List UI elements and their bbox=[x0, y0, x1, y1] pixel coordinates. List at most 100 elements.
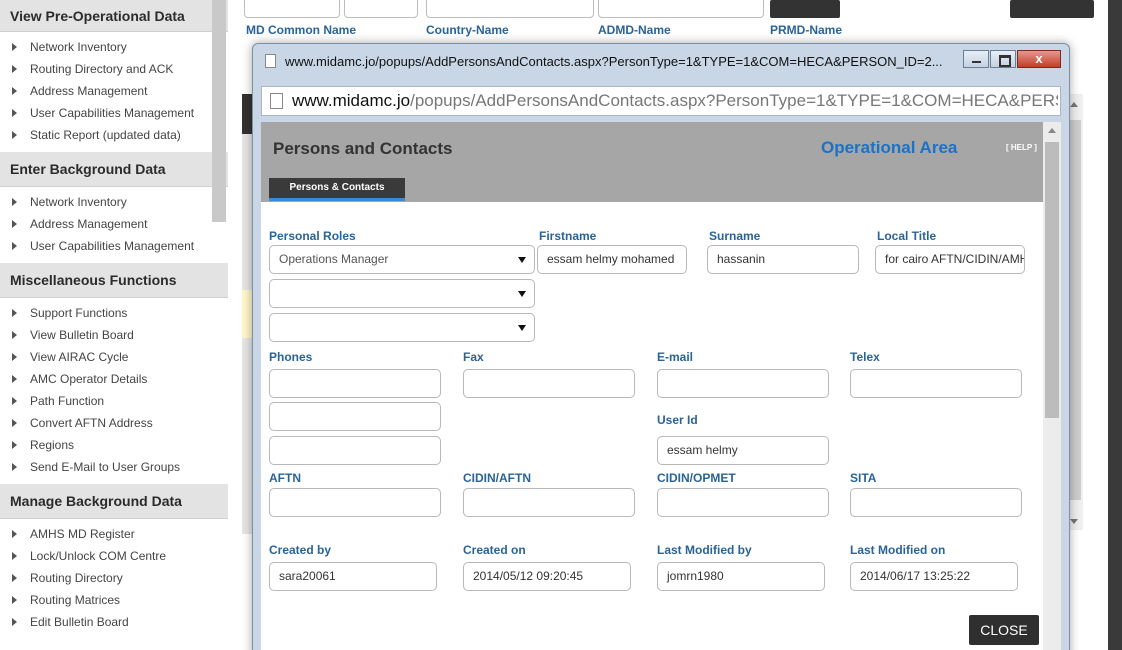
bg-button[interactable] bbox=[770, 0, 840, 18]
sidebar-item-network-inventory-2[interactable]: Network Inventory bbox=[0, 191, 228, 213]
last-modified-by-field[interactable]: jomrn1980 bbox=[657, 562, 825, 591]
scroll-up-icon[interactable] bbox=[1048, 128, 1056, 133]
label-cidin-aftn: CIDIN/AFTN bbox=[463, 471, 531, 485]
bg-button[interactable] bbox=[1010, 0, 1094, 18]
label-email: E-mail bbox=[657, 350, 694, 364]
page-icon bbox=[265, 54, 276, 68]
cidin-opmet-field[interactable] bbox=[657, 488, 829, 517]
bg-input[interactable] bbox=[426, 0, 594, 18]
sidebar-item-label: Routing Directory and ACK bbox=[30, 62, 174, 76]
firstname-field[interactable]: essam helmy mohamed bbox=[537, 245, 687, 274]
sidebar-item-address-management-2[interactable]: Address Management bbox=[0, 213, 228, 235]
label-prmd-name: PRMD-Name bbox=[770, 23, 843, 37]
sidebar-item-regions[interactable]: Regions bbox=[0, 434, 228, 456]
sidebar-item-lock-unlock-com-centre[interactable]: Lock/Unlock COM Centre bbox=[0, 545, 228, 567]
sidebar-item-view-airac-cycle[interactable]: View AIRAC Cycle bbox=[0, 346, 228, 368]
sidebar-item-user-capabilities[interactable]: User Capabilities Management bbox=[0, 102, 228, 124]
sidebar-item-view-bulletin-board[interactable]: View Bulletin Board bbox=[0, 324, 228, 346]
label-created-by: Created by bbox=[269, 543, 332, 557]
surname-field[interactable]: hassanin bbox=[707, 245, 859, 274]
personal-role-select-1[interactable]: Operations Manager bbox=[269, 245, 535, 274]
sidebar-item-routing-directory[interactable]: Routing Directory bbox=[0, 567, 228, 589]
sidebar-item-label: User Capabilities Management bbox=[30, 106, 195, 120]
scroll-thumb[interactable] bbox=[1045, 142, 1059, 418]
window-close-button[interactable]: x bbox=[1017, 50, 1061, 68]
sidebar-item-send-email-user-groups[interactable]: Send E-Mail to User Groups bbox=[0, 456, 228, 478]
sidebar-item-address-management[interactable]: Address Management bbox=[0, 80, 228, 102]
phone-field-1[interactable] bbox=[269, 369, 441, 398]
sidebar-scrollbar[interactable] bbox=[212, 0, 226, 222]
popup-window: www.midamc.jo/popups/AddPersonsAndContac… bbox=[252, 43, 1070, 650]
popup-title: www.midamc.jo/popups/AddPersonsAndContac… bbox=[285, 54, 943, 69]
sidebar-item-network-inventory[interactable]: Network Inventory bbox=[0, 36, 228, 58]
arrow-right-icon bbox=[12, 463, 17, 471]
label-phones: Phones bbox=[269, 350, 313, 364]
help-link[interactable]: [ HELP ] bbox=[1006, 143, 1037, 152]
sidebar-item-label: Regions bbox=[30, 438, 75, 452]
fax-field[interactable] bbox=[463, 369, 635, 398]
cidin-aftn-field[interactable] bbox=[463, 488, 635, 517]
last-modified-on-field[interactable]: 2014/06/17 13:25:22 bbox=[850, 562, 1018, 591]
personal-role-select-3[interactable] bbox=[269, 313, 535, 342]
email-field[interactable] bbox=[657, 369, 829, 398]
scroll-down-icon[interactable] bbox=[1070, 519, 1078, 524]
sidebar-item-label: Edit Bulletin Board bbox=[30, 615, 129, 629]
sidebar-item-label: Path Function bbox=[30, 394, 105, 408]
phone-field-2[interactable] bbox=[269, 402, 441, 431]
aftn-field[interactable] bbox=[269, 488, 441, 517]
sidebar-item-static-report[interactable]: Static Report (updated data) bbox=[0, 124, 228, 146]
user-id-field[interactable]: essam helmy bbox=[657, 436, 829, 465]
arrow-right-icon bbox=[12, 530, 17, 538]
sidebar-item-amc-operator-details[interactable]: AMC Operator Details bbox=[0, 368, 228, 390]
page-right-edge bbox=[1108, 0, 1122, 650]
created-by-field[interactable]: sara20061 bbox=[269, 562, 437, 591]
sidebar: View Pre-Operational Data Network Invent… bbox=[0, 0, 228, 650]
sidebar-item-edit-bulletin-board[interactable]: Edit Bulletin Board bbox=[0, 611, 228, 633]
sidebar-item-label: User Capabilities Management bbox=[30, 239, 195, 253]
window-controls: x bbox=[962, 50, 1061, 68]
minimize-button[interactable] bbox=[963, 50, 989, 68]
arrow-right-icon bbox=[12, 618, 17, 626]
bg-input[interactable] bbox=[244, 0, 340, 18]
address-bar[interactable]: www.midamc.jo/popups/AddPersonsAndContac… bbox=[261, 86, 1061, 116]
chevron-down-icon bbox=[518, 325, 526, 331]
arrow-right-icon bbox=[12, 109, 17, 117]
sidebar-item-amhs-md-register[interactable]: AMHS MD Register bbox=[0, 523, 228, 545]
sidebar-item-label: Static Report (updated data) bbox=[30, 128, 181, 142]
section-list-enter-background: Network Inventory Address Management Use… bbox=[0, 187, 228, 263]
sidebar-item-user-capabilities-2[interactable]: User Capabilities Management bbox=[0, 235, 228, 257]
personal-role-select-2[interactable] bbox=[269, 279, 535, 308]
local-title-field[interactable]: for cairo AFTN/CIDIN/AMHS bbox=[875, 245, 1025, 274]
page-title: Persons and Contacts bbox=[273, 139, 453, 158]
arrow-right-icon bbox=[12, 574, 17, 582]
sidebar-item-convert-aftn-address[interactable]: Convert AFTN Address bbox=[0, 412, 228, 434]
telex-field[interactable] bbox=[850, 369, 1022, 398]
page: View Pre-Operational Data Network Invent… bbox=[0, 0, 1122, 650]
bg-input[interactable] bbox=[598, 0, 764, 18]
arrow-right-icon bbox=[12, 131, 17, 139]
maximize-button[interactable] bbox=[990, 50, 1016, 68]
label-local-title: Local Title bbox=[877, 229, 937, 243]
close-button[interactable]: CLOSE bbox=[969, 615, 1039, 645]
sidebar-item-support-functions[interactable]: Support Functions bbox=[0, 302, 228, 324]
section-list-manage-background: AMHS MD Register Lock/Unlock COM Centre … bbox=[0, 519, 228, 639]
arrow-right-icon bbox=[12, 397, 17, 405]
tab-persons-contacts[interactable]: Persons & Contacts bbox=[269, 178, 405, 201]
created-on-field[interactable]: 2014/05/12 09:20:45 bbox=[463, 562, 631, 591]
sita-field[interactable] bbox=[850, 488, 1022, 517]
content-scrollbar[interactable] bbox=[1043, 122, 1061, 650]
address-url: www.midamc.jo/popups/AddPersonsAndContac… bbox=[292, 91, 1058, 111]
label-admd-name: ADMD-Name bbox=[598, 23, 671, 37]
sidebar-item-label: Network Inventory bbox=[30, 40, 127, 54]
bg-input[interactable] bbox=[344, 0, 418, 18]
popup-titlebar[interactable]: www.midamc.jo/popups/AddPersonsAndContac… bbox=[253, 44, 1069, 78]
page-icon bbox=[270, 93, 283, 109]
sidebar-item-routing-directory-ack[interactable]: Routing Directory and ACK bbox=[0, 58, 228, 80]
sidebar-item-routing-matrices[interactable]: Routing Matrices bbox=[0, 589, 228, 611]
phone-field-3[interactable] bbox=[269, 436, 441, 465]
section-list-misc-functions: Support Functions View Bulletin Board Vi… bbox=[0, 298, 228, 484]
sidebar-item-path-function[interactable]: Path Function bbox=[0, 390, 228, 412]
scroll-up-icon[interactable] bbox=[1070, 102, 1078, 107]
sidebar-item-label: Lock/Unlock COM Centre bbox=[30, 549, 167, 563]
section-header-enter-background: Enter Background Data bbox=[0, 152, 228, 187]
